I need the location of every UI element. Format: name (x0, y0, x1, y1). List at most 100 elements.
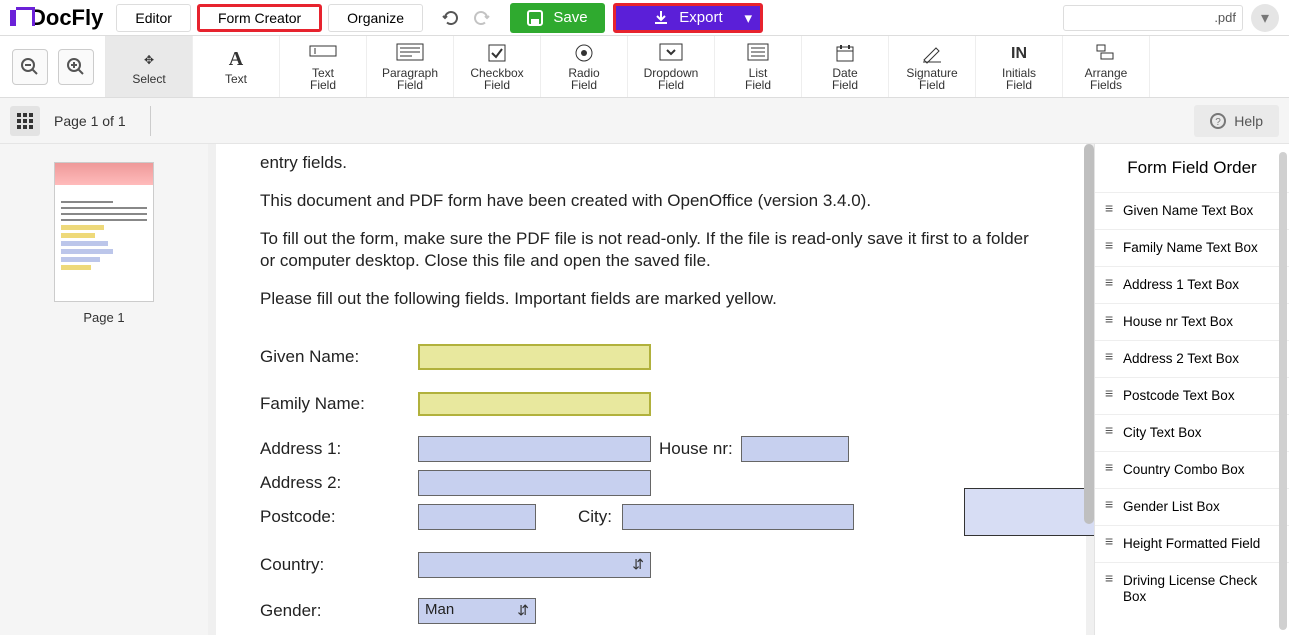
label-address1: Address 1: (260, 439, 418, 459)
order-item-label: Driving License Check Box (1123, 573, 1279, 605)
drag-handle-icon: ≡ (1105, 499, 1115, 509)
filename-ext-input[interactable]: .pdf (1063, 5, 1243, 31)
order-item[interactable]: ≡City Text Box (1095, 414, 1289, 451)
redo-button[interactable] (466, 3, 496, 33)
tool-checkbox-field[interactable]: CheckboxField (454, 36, 541, 97)
save-button[interactable]: Save (510, 3, 605, 33)
tool-select-label: Select (132, 73, 165, 85)
order-item-label: City Text Box (1123, 425, 1202, 441)
thumbnails-toggle-button[interactable] (10, 106, 40, 136)
tool-list-field-label: ListField (745, 67, 771, 91)
order-item[interactable]: ≡Height Formatted Field (1095, 525, 1289, 562)
checkbox-icon (487, 43, 507, 65)
field-housenr[interactable] (741, 436, 849, 462)
label-given-name: Given Name: (260, 347, 418, 367)
tab-editor-label: Editor (135, 10, 172, 26)
download-icon (653, 10, 669, 26)
svg-text:?: ? (1215, 117, 1221, 128)
order-item[interactable]: ≡ Family Name Text Box (1095, 229, 1289, 266)
caret-down-icon: ▾ (744, 9, 752, 27)
order-item[interactable]: ≡Given Name Text Box (1095, 192, 1289, 229)
initials-icon: IN (1011, 43, 1027, 65)
field-family-name[interactable] (418, 392, 651, 416)
field-postcode[interactable] (418, 504, 536, 530)
order-item-label: Gender List Box (1123, 499, 1220, 515)
order-item[interactable]: ≡House nr Text Box (1095, 303, 1289, 340)
order-item[interactable]: ≡Country Combo Box (1095, 451, 1289, 488)
tool-signature-field-label: SignatureField (906, 67, 957, 91)
thumbnail-label: Page 1 (83, 310, 124, 325)
field-address1[interactable] (418, 436, 651, 462)
order-item[interactable]: ≡Address 2 Text Box (1095, 340, 1289, 377)
field-country[interactable] (418, 552, 651, 578)
field-city[interactable] (622, 504, 854, 530)
order-item[interactable]: ≡Driving License Check Box (1095, 562, 1289, 615)
tool-date-field-label: DateField (832, 67, 858, 91)
tool-text-field-label: TextField (310, 67, 336, 91)
tool-text-field[interactable]: TextField (280, 36, 367, 97)
tool-initials-field-label: InitialsField (1002, 67, 1036, 91)
radio-icon (574, 43, 594, 65)
label-postcode: Postcode: (260, 507, 418, 527)
help-button[interactable]: ? Help (1194, 105, 1279, 137)
label-address2: Address 2: (260, 473, 418, 493)
field-given-name[interactable] (418, 344, 651, 370)
tool-dropdown-field-label: DropdownField (644, 67, 699, 91)
order-item-label: Postcode Text Box (1123, 388, 1235, 404)
tool-initials-field[interactable]: INInitialsField (976, 36, 1063, 97)
label-housenr: House nr: (659, 439, 733, 459)
vertical-scrollbar[interactable] (1084, 144, 1094, 524)
order-item-label: Address 1 Text Box (1123, 277, 1239, 293)
arrange-icon (1095, 43, 1117, 65)
save-icon (527, 10, 543, 26)
drag-handle-icon: ≡ (1105, 277, 1115, 287)
label-country: Country: (260, 555, 418, 575)
tab-organize[interactable]: Organize (328, 4, 423, 32)
tab-form-creator-label: Form Creator (218, 10, 301, 26)
drag-handle-icon: ≡ (1105, 462, 1115, 472)
help-icon: ? (1210, 113, 1226, 129)
field-gender[interactable]: Man (418, 598, 536, 624)
grid-icon (17, 113, 33, 129)
tool-paragraph-field[interactable]: ParagraphField (367, 36, 454, 97)
tool-dropdown-field[interactable]: DropdownField (628, 36, 715, 97)
gender-value: Man (425, 601, 454, 618)
order-item[interactable]: ≡Postcode Text Box (1095, 377, 1289, 414)
tool-radio-field[interactable]: RadioField (541, 36, 628, 97)
order-item-label: Height Formatted Field (1123, 536, 1260, 552)
save-label: Save (553, 9, 587, 26)
calendar-icon (835, 43, 855, 65)
panel-scrollbar[interactable] (1279, 152, 1287, 630)
order-item-label: Address 2 Text Box (1123, 351, 1239, 367)
zoom-in-button[interactable] (58, 49, 94, 85)
tab-editor[interactable]: Editor (116, 4, 191, 32)
export-label: Export (679, 9, 722, 26)
page-thumbnail-1[interactable] (54, 162, 154, 302)
tool-arrange-fields[interactable]: ArrangeFields (1063, 36, 1150, 97)
drag-handle-icon: ≡ (1105, 203, 1115, 213)
more-menu-button[interactable]: ▾ (1251, 4, 1279, 32)
tool-date-field[interactable]: DateField (802, 36, 889, 97)
undo-button[interactable] (436, 3, 466, 33)
tab-form-creator[interactable]: Form Creator (197, 4, 322, 32)
doc-text: Please fill out the following fields. Im… (260, 288, 1042, 310)
signature-icon (921, 43, 943, 65)
paragraph-icon (396, 43, 424, 65)
logo-text: DocFly (30, 5, 103, 31)
tool-signature-field[interactable]: SignatureField (889, 36, 976, 97)
tool-arrange-fields-label: ArrangeFields (1085, 67, 1128, 91)
tool-select[interactable]: ✥Select (106, 36, 193, 97)
export-button[interactable]: Export ▾ (613, 3, 763, 33)
floating-field[interactable] (964, 488, 1094, 536)
drag-handle-icon: ≡ (1105, 240, 1115, 250)
doc-text: entry fields. (260, 152, 1042, 174)
page-indicator: Page 1 of 1 (54, 113, 126, 129)
zoom-out-button[interactable] (12, 49, 48, 85)
tool-text[interactable]: AText (193, 36, 280, 97)
tool-list-field[interactable]: ListField (715, 36, 802, 97)
order-item[interactable]: ≡ Address 1 Text Box (1095, 266, 1289, 303)
document-page: entry fields. This document and PDF form… (216, 144, 1086, 635)
order-item-label: Family Name Text Box (1123, 240, 1258, 256)
order-item[interactable]: ≡ Gender List Box (1095, 488, 1289, 525)
field-address2[interactable] (418, 470, 651, 496)
